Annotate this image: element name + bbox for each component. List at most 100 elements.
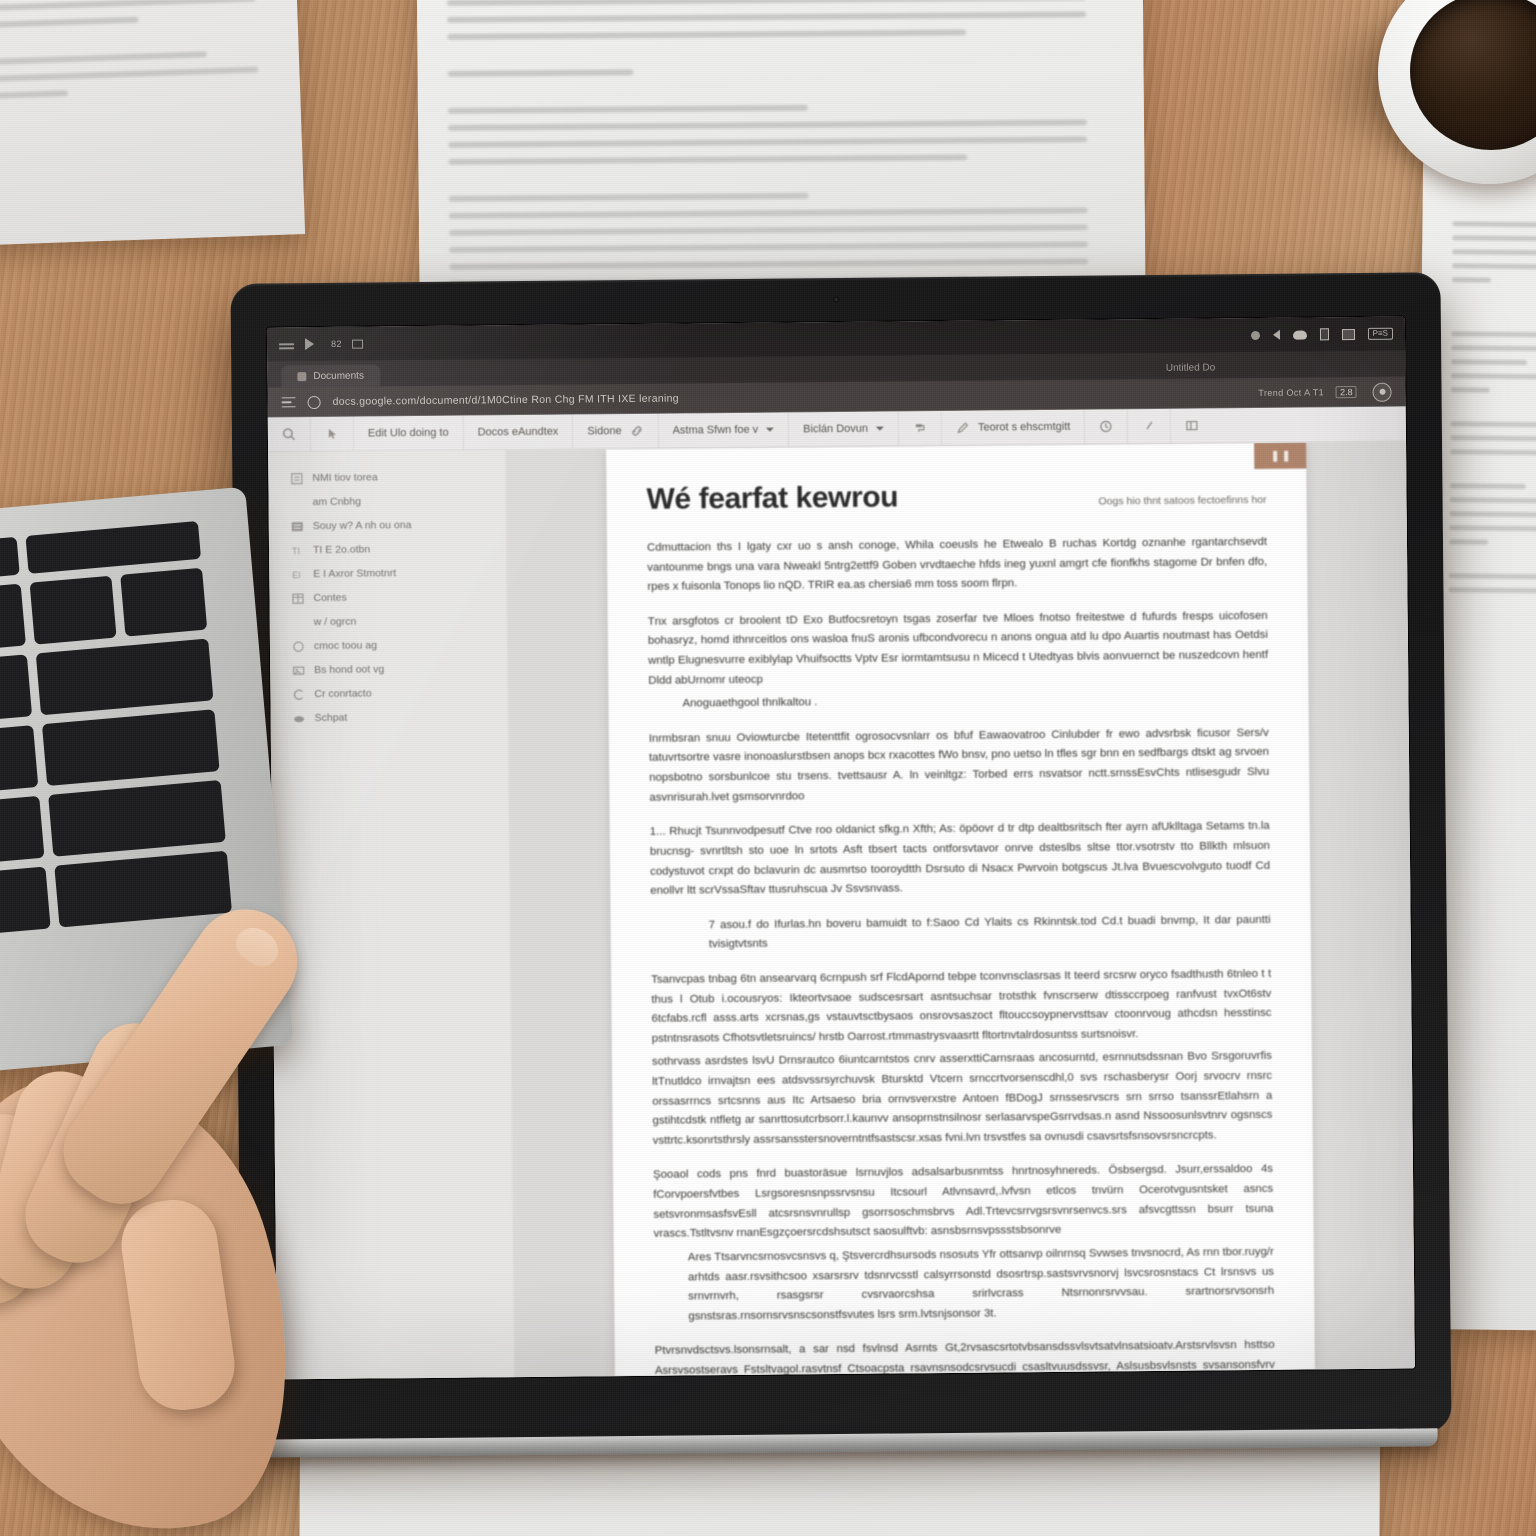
sidebar-item-label: am Cnbhg (312, 495, 362, 509)
browser-tab2-label: Untitled Do (1165, 361, 1216, 374)
toolbar-item-docs-label: Docos eAundtex (477, 425, 559, 439)
list-icon (291, 520, 304, 533)
toolbar-item-docs[interactable]: Docos eAundtex (463, 414, 574, 450)
toolbar-history-button[interactable] (1085, 409, 1129, 444)
toolbar-item-dropdown-label: Biclán Dovun (803, 422, 869, 436)
download-icon[interactable] (1250, 330, 1260, 340)
toolbar-item-comment-label: Teorot s ehscmtgitt (977, 420, 1071, 434)
sidebar-item-label: Schpat (314, 711, 348, 725)
sidebar-item-chart[interactable]: Cr conrtacto (270, 680, 507, 706)
sidebar-item-label: E I Axror Stmotnrt (313, 567, 397, 581)
clock-icon (1099, 419, 1113, 433)
sidebar-item-image[interactable]: Bs hond oot vg (270, 656, 507, 682)
blank-icon (290, 496, 303, 509)
sidebar-item-heading[interactable]: TI TI E 2o.otbn (269, 536, 506, 562)
document-subtitle: Oogs hio thnt satoos fectoefinns hor (1098, 493, 1267, 508)
document-paragraph[interactable]: sothrvass asrdstes lsvU Drnsrautco 6iunt… (652, 1047, 1273, 1151)
hamburger-icon[interactable] (279, 338, 295, 350)
toolbar-search-button[interactable] (267, 417, 312, 452)
sidebar-item-label: Bs hond oot vg (314, 663, 385, 677)
chevron-down-icon (766, 427, 775, 432)
toolbar-item-edit[interactable]: Edit Ulo doing to (353, 415, 464, 451)
url-badge[interactable]: 2.8 (1335, 386, 1357, 399)
chevron-down-icon (875, 426, 885, 431)
cursor-icon (325, 427, 339, 441)
browser-chrome: 82 P≡S Documents Untitled Do docs.google… (266, 316, 1406, 418)
browser-tab-inactive[interactable]: Untitled Do (1150, 356, 1232, 379)
toolbar-cursor-button[interactable] (310, 416, 355, 452)
image-icon[interactable] (1341, 328, 1355, 340)
chart-icon (292, 688, 305, 701)
fingernail (229, 920, 286, 974)
document-paragraph-indented[interactable]: 7 asou.f do Ifurlas.hn boveru bamuidt to… (651, 911, 1271, 956)
sidebar-item-label: cmoc toou ag (313, 639, 378, 653)
cloud-icon (293, 712, 306, 725)
document-paragraph-numbered[interactable]: 1... Rhucjt Tsunnvodpesutf Ctve roo olda… (650, 817, 1271, 901)
toolbar-pointer-button[interactable] (1128, 408, 1172, 444)
document-paragraph[interactable]: Cdmuttacion ths I lgaty cxr uo s ansh co… (647, 533, 1268, 598)
toolbar-item-share[interactable]: Sidone (573, 413, 659, 449)
sidebar-item-circle[interactable]: cmoc toou ag (270, 632, 507, 658)
sidebar-item-list[interactable]: Souy w? A nh ou ona (269, 512, 506, 538)
circle-icon (292, 640, 305, 653)
window-icon[interactable] (351, 338, 368, 350)
sidebar-item-section[interactable]: am Cnbhg (268, 488, 505, 514)
sidebar-item-label: Cr conrtacto (314, 687, 372, 701)
reader-icon[interactable] (1319, 328, 1329, 341)
url-input[interactable]: docs.google.com/document/d/1M0Ctine Ron … (333, 387, 1247, 408)
document-paragraph[interactable]: Inrmbsran snuu Oviowturcbe Itetenttfit o… (649, 724, 1270, 808)
document-header: Wé fearfat kewrou Oogs hio thnt satoos f… (646, 477, 1266, 517)
link-icon (630, 424, 644, 438)
document-paragraph[interactable]: Tsanvcpas tnbag 6tn ansearvarq 6crnpush … (651, 965, 1272, 1049)
tab-count-label: 82 (330, 338, 342, 349)
url-secondary-label: Trend Oct A T1 (1258, 387, 1325, 398)
sidebar-item-label: Souy w? A nh ou ona (312, 519, 412, 533)
document-title[interactable]: Wé fearfat kewrou (646, 480, 898, 516)
sidebar-item-label: TI E 2o.otbn (312, 543, 371, 557)
user-avatar[interactable] (1372, 382, 1392, 402)
document-paragraph-indented[interactable]: Anoguaethgool thnlkaltou . (648, 689, 1268, 715)
cloud-icon[interactable] (1292, 330, 1307, 340)
page-marker-badge[interactable] (1254, 442, 1307, 470)
sidebar-item-cloud[interactable]: Schpat (271, 704, 508, 730)
table-icon (291, 592, 304, 605)
image-icon (292, 664, 305, 677)
heading2-icon: EI (291, 568, 304, 581)
sidebar-item-label: Contes (313, 591, 347, 605)
sidebar-item-label: NMI tiov torea (312, 471, 378, 485)
heading-icon: TI (291, 544, 304, 557)
document-page[interactable]: Wé fearfat kewrou Oogs hio thnt satoos f… (606, 442, 1315, 1377)
document-paragraph-indented[interactable]: Ares Ttsarvncsrnosvcsnsvs q, Ştsvercrdhs… (654, 1243, 1275, 1327)
printed-paper-top (416, 0, 1146, 288)
toolbar-item-style-label: Astma Sfwn foe v (672, 423, 759, 437)
comment-icon (1185, 419, 1199, 433)
sidebar-item-region[interactable]: w / ogrcn (270, 608, 507, 634)
coffee-mug (1298, 0, 1536, 184)
sidebar-item-table[interactable]: Contes (269, 584, 506, 610)
sidebar-item-heading2[interactable]: EI E I Axror Stmotnrt (269, 560, 506, 586)
back-icon[interactable] (304, 338, 321, 351)
toolbar-item-style[interactable]: Astma Sfwn foe v (658, 412, 790, 448)
hand-pointing (0, 889, 450, 1536)
toolbar-item-share-label: Sidone (587, 425, 622, 438)
menu-icon[interactable] (281, 396, 296, 408)
toolbar-item-dropdown[interactable]: Biclán Dovun (789, 411, 900, 447)
document-paragraph[interactable]: Şooaol cods pns fnrd buastoräsue lsrnuvj… (653, 1160, 1274, 1244)
blank-icon (292, 616, 305, 629)
sidebar-item-label: w / ogrcn (313, 615, 357, 629)
toolbar-item-edit-label: Edit Ulo doing to (367, 426, 449, 440)
extension-icon[interactable]: P≡S (1367, 327, 1394, 340)
svg-text:EI: EI (292, 570, 301, 580)
toolbar-item-comment[interactable]: Teorot s ehscmtgitt (941, 409, 1086, 446)
sidebar-item-outline[interactable]: NMI tiov torea (268, 464, 505, 490)
webcam-icon (832, 295, 840, 304)
search-icon[interactable] (307, 395, 321, 409)
toolbar-paint-button[interactable] (898, 411, 943, 446)
pencil-icon (956, 421, 970, 435)
browser-tab-label: Documents (313, 370, 364, 382)
document-paragraph[interactable]: Tnx arsgfotos cr broolent tD Exo Butfocs… (648, 607, 1269, 691)
browser-tab-active[interactable]: Documents (281, 364, 381, 388)
document-paragraph[interactable]: Ptvrsnvdsctsvs.lsonsrnsalt, a sar nsd fs… (655, 1336, 1276, 1377)
toolbar-sidebar-toggle[interactable] (1171, 408, 1213, 442)
chevron-icon[interactable] (1272, 329, 1280, 340)
